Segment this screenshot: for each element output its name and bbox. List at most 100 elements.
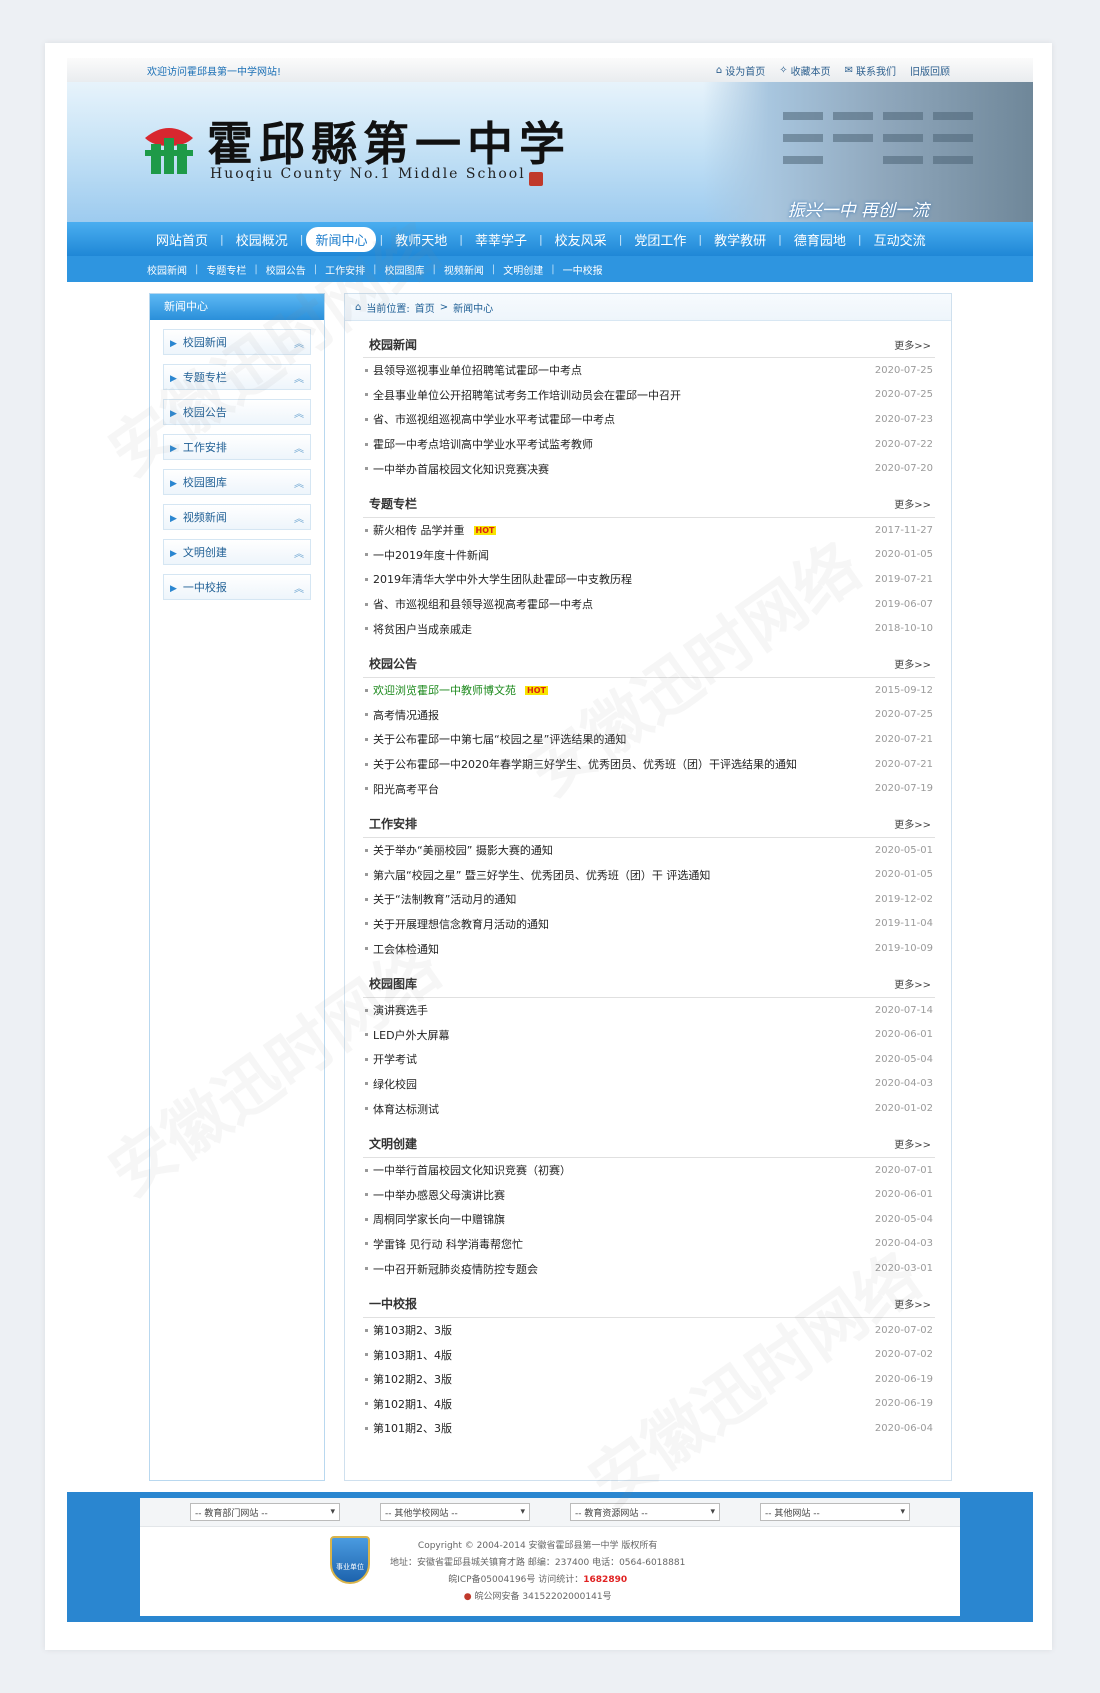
news-link[interactable]: 关于公布霍邱一中第七届“校园之星”评选结果的通知 [365, 731, 626, 747]
news-link[interactable]: 欢迎浏览霍邱一中教师博文苑 HOT [365, 682, 548, 698]
more-link[interactable]: 更多>> [894, 816, 931, 831]
section-title[interactable]: 文明创建 [369, 1135, 417, 1152]
bullet-icon [365, 1353, 368, 1357]
nav-overview[interactable]: 校园概况 [227, 227, 297, 252]
sidebar-item-topics[interactable]: ▶ 专题专栏 ︽ [163, 364, 311, 390]
nav-moral-education[interactable]: 德育园地 [785, 227, 855, 252]
breadcrumb-current[interactable]: 新闻中心 [453, 300, 493, 315]
news-link[interactable]: 关于开展理想信念教育月活动的通知 [365, 916, 549, 932]
subnav-topics[interactable]: 专题专栏 [206, 262, 246, 277]
subnav-work-plan[interactable]: 工作安排 [325, 262, 365, 277]
more-link[interactable]: 更多>> [894, 337, 931, 352]
news-row: 一中举办首届校园文化知识竞赛决赛 2020-07-20 [363, 456, 935, 481]
news-link[interactable]: 工会体检通知 [365, 941, 439, 957]
education-dept-select[interactable]: -- 教育部门网站 -- ▾ [190, 1503, 340, 1521]
set-homepage-link[interactable]: ⌂ 设为首页 [716, 63, 765, 78]
subnav-announcements[interactable]: 校园公告 [266, 262, 306, 277]
chevron-down-icon: ▾ [900, 1507, 905, 1517]
bullet-icon [365, 787, 368, 791]
sidebar-item-announcements[interactable]: ▶ 校园公告 ︽ [163, 399, 311, 425]
section-title[interactable]: 校园公告 [369, 655, 417, 672]
slogan: 振兴一中 再创一流 [787, 201, 929, 221]
section-title[interactable]: 工作安排 [369, 815, 417, 832]
news-date: 2020-07-02 [874, 1324, 933, 1336]
section-title[interactable]: 专题专栏 [369, 495, 417, 512]
news-link[interactable]: LED户外大屏幕 [365, 1027, 450, 1043]
news-link[interactable]: 演讲赛选手 [365, 1002, 428, 1018]
news-link[interactable]: 第103期1、4版 [365, 1347, 452, 1363]
bullet-icon [365, 368, 368, 372]
news-link[interactable]: 薪火相传 品学并重 HOT [365, 522, 497, 538]
news-row: 第103期2、3版 2020-07-02 [363, 1318, 935, 1343]
sidebar-item-civilization[interactable]: ▶ 文明创建 ︽ [163, 539, 311, 565]
section-title[interactable]: 一中校报 [369, 1295, 417, 1312]
news-link[interactable]: 学雷锋 见行动 科学消毒帮您忙 [365, 1236, 523, 1252]
news-link[interactable]: 第102期1、4版 [365, 1396, 452, 1412]
nav-teachers[interactable]: 教师天地 [386, 227, 456, 252]
news-row: 第102期1、4版 2020-06-19 [363, 1392, 935, 1417]
more-link[interactable]: 更多>> [894, 1296, 931, 1311]
subnav-campus-news[interactable]: 校园新闻 [147, 262, 187, 277]
news-link[interactable]: 阳光高考平台 [365, 781, 439, 797]
section-title[interactable]: 校园新闻 [369, 336, 417, 353]
news-link[interactable]: 开学考试 [365, 1051, 417, 1067]
nav-interaction[interactable]: 互动交流 [865, 227, 935, 252]
other-sites-select[interactable]: -- 其他网站 -- ▾ [760, 1503, 910, 1521]
section-title[interactable]: 校园图库 [369, 975, 417, 992]
contact-link[interactable]: ✉ 联系我们 [845, 63, 896, 78]
news-link[interactable]: 周桐同学家长向一中赠锦旗 [365, 1211, 505, 1227]
news-link[interactable]: 关于“法制教育”活动月的通知 [365, 891, 516, 907]
more-link[interactable]: 更多>> [894, 976, 931, 991]
old-version-link[interactable]: 旧版回顾 [910, 63, 950, 78]
news-link[interactable]: 高考情况通报 [365, 707, 439, 723]
other-schools-select[interactable]: -- 其他学校网站 -- ▾ [380, 1503, 530, 1521]
news-link[interactable]: 第103期2、3版 [365, 1322, 452, 1338]
icp-number[interactable]: 皖ICP备05004196号 访问统计： [448, 1575, 583, 1585]
news-link[interactable]: 关于举办“美丽校园” 摄影大赛的通知 [365, 842, 553, 858]
news-link[interactable]: 关于公布霍邱一中2020年春学期三好学生、优秀团员、优秀班（团）干评选结果的通知 [365, 756, 797, 772]
news-section: 校园图库 更多>> 演讲赛选手 2020-07-14 LED户外大屏幕 2020-06-0… [363, 971, 935, 1121]
news-link[interactable]: 第六届“校园之星” 暨三好学生、优秀团员、优秀班（团）干 评选通知 [365, 867, 710, 883]
news-link[interactable]: 一中举办首届校园文化知识竞赛决赛 [365, 461, 549, 477]
news-link[interactable]: 体育达标测试 [365, 1101, 439, 1117]
news-link[interactable]: 第102期2、3版 [365, 1371, 452, 1387]
bullet-icon [365, 1267, 368, 1271]
news-link[interactable]: 省、市巡视组和县领导巡视高考霍邱一中考点 [365, 596, 593, 612]
breadcrumb-home-link[interactable]: 首页 [415, 300, 435, 315]
news-link[interactable]: 绿化校园 [365, 1076, 417, 1092]
police-record[interactable]: 皖公网安备 34152202000141号 [475, 1592, 612, 1602]
nav-party-work[interactable]: 党团工作 [625, 227, 695, 252]
education-resources-select[interactable]: -- 教育资源网站 -- ▾ [570, 1503, 720, 1521]
nav-news-center[interactable]: 新闻中心 [306, 226, 377, 252]
news-link[interactable]: 县领导巡视事业单位招聘笔试霍邱一中考点 [365, 362, 582, 378]
sidebar-item-video[interactable]: ▶ 视频新闻 ︽ [163, 504, 311, 530]
subnav-video[interactable]: 视频新闻 [444, 262, 484, 277]
subnav-gallery[interactable]: 校园图库 [385, 262, 425, 277]
public-institution-badge[interactable]: 事业单位 [330, 1536, 370, 1584]
sidebar-item-gallery[interactable]: ▶ 校园图库 ︽ [163, 469, 311, 495]
news-link[interactable]: 霍邱一中考点培训高中学业水平考试监考教师 [365, 436, 593, 452]
more-link[interactable]: 更多>> [894, 656, 931, 671]
news-row: 学雷锋 见行动 科学消毒帮您忙 2020-04-03 [363, 1232, 935, 1257]
nav-students[interactable]: 莘莘学子 [466, 227, 536, 252]
more-link[interactable]: 更多>> [894, 1136, 931, 1151]
news-link[interactable]: 将贫困户当成亲戚走 [365, 621, 472, 637]
news-link[interactable]: 一中召开新冠肺炎疫情防控专题会 [365, 1261, 538, 1277]
nav-alumni[interactable]: 校友风采 [546, 227, 616, 252]
subnav-civilization[interactable]: 文明创建 [503, 262, 543, 277]
subnav-newspaper[interactable]: 一中校报 [563, 262, 603, 277]
news-link[interactable]: 2019年清华大学中外大学生团队赴霍邱一中支教历程 [365, 571, 632, 587]
sidebar-item-work-plan[interactable]: ▶ 工作安排 ︽ [163, 434, 311, 460]
news-link[interactable]: 一中举行首届校园文化知识竞赛（初赛） [365, 1162, 571, 1178]
news-link[interactable]: 一中2019年度十件新闻 [365, 547, 489, 563]
nav-home[interactable]: 网站首页 [147, 227, 217, 252]
news-link[interactable]: 省、市巡视组巡视高中学业水平考试霍邱一中考点 [365, 411, 615, 427]
news-link[interactable]: 一中举办感恩父母演讲比赛 [365, 1187, 505, 1203]
nav-teaching[interactable]: 教学教研 [705, 227, 775, 252]
sidebar-item-newspaper[interactable]: ▶ 一中校报 ︽ [163, 574, 311, 600]
news-link[interactable]: 第101期2、3版 [365, 1420, 452, 1436]
news-link[interactable]: 全县事业单位公开招聘笔试考务工作培训动员会在霍邱一中召开 [365, 387, 681, 403]
bookmark-link[interactable]: ✧ 收藏本页 [779, 63, 830, 78]
more-link[interactable]: 更多>> [894, 496, 931, 511]
sidebar-item-campus-news[interactable]: ▶ 校园新闻 ︽ [163, 329, 311, 355]
